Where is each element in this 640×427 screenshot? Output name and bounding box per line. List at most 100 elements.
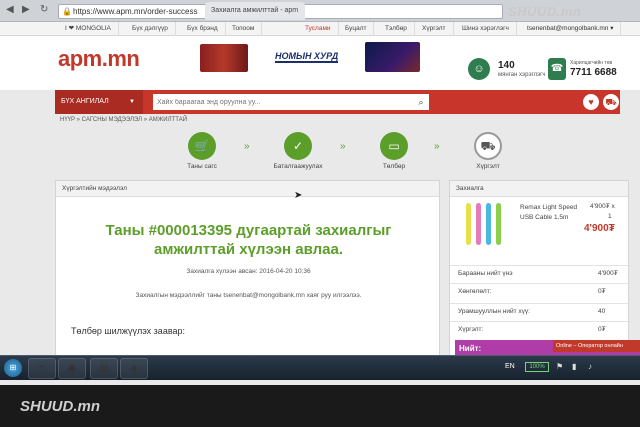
books-banner[interactable] [200,44,248,72]
summary-label: Хүргэлт: [458,326,484,333]
back-icon[interactable]: ◀ [6,4,14,15]
product-total: 4'900₮ [584,223,615,234]
promo-banner[interactable] [365,42,420,72]
watermark-logo: SHUUD.mn [315,303,401,320]
menu-item-new-user[interactable]: Шинэ хэрэглэгч [455,22,517,36]
product-image[interactable] [462,201,512,249]
check-icon: ✓ [284,132,312,160]
chat-label: Online – Оператор онлайн [556,343,623,349]
menu-item-payment[interactable]: Тэлбөр [378,22,415,36]
lock-icon: 🔒 [62,7,72,16]
menu-item-topoom[interactable]: Топоом [225,22,263,36]
forward-icon[interactable]: ▶ [22,4,30,15]
summary-row-delivery: Хүргэлт: 0₮ [450,321,630,337]
tab-title: Захиалга амжилттай - apm [211,7,299,14]
summary-value: 0₮ [598,288,606,295]
search-icon[interactable]: ⌕ [413,94,429,110]
phone-icon: ☎ [548,58,566,80]
quantity: 1 [608,213,612,220]
screen: ◀ ▶ ↻ 🔒 https://www.apm.mn/order-success… [0,0,640,385]
cart-icon[interactable]: ⛟ [603,94,619,110]
summary-value: 0₮ [598,326,606,333]
email-note: Захиалгын мэдээллийг таны tsenenbat@mong… [135,292,362,299]
ie-icon[interactable]: ⓔ [28,358,56,379]
menu-item-delivery[interactable]: Хүргэлт [415,22,454,36]
cable-pink [476,203,481,245]
menu-item-all-stores[interactable]: Бүх дэлгүүр [125,22,176,36]
step-arrow-icon: » [434,141,440,152]
nomyn-khurd-banner[interactable]: НОМЫН ХУРД [275,51,339,63]
order-panel: Хүргэлтийн мэдээлэл Таны #000013395 дуга… [55,180,440,380]
menu-item-help[interactable]: Туслами [298,22,339,36]
volume-icon[interactable]: ♪ [588,362,592,371]
cable-yellow [466,203,471,245]
step-label: Таны сагс [187,163,217,170]
breadcrumb[interactable]: НҮҮР » САГСНЫ МЭДЭЭЛЭЛ » АМЖИЛТТАЙ [60,117,187,123]
cable-green [496,203,501,245]
step-arrow-icon: » [244,141,250,152]
step-cart: 🛒 Таны сагс [172,132,232,170]
search-input[interactable] [153,94,413,110]
summary-label: Урамшууллын нийт хүү: [458,308,530,315]
battery-icon[interactable]: 100% [525,362,549,372]
watermark-logo: SHUUD.mn [20,398,101,415]
phone-number: 7711 6688 [570,67,617,78]
menu-item-mongolia[interactable]: I ❤ MONGOLIA [58,22,119,36]
unit-price: 4'900₮ x [590,203,615,210]
site-header: apm.mn НОМЫН ХУРД ☺ 140 мянган хэрэглэгч… [0,36,640,90]
step-delivery: ⛟ Хүргэлт [458,132,518,170]
summary-value: 4'900₮ [598,270,618,277]
url-text: https://www.apm.mn/order-success [73,7,198,16]
summary-row-subtotal: Барааны нийт үнэ 4'900₮ [450,265,630,281]
cart-title: Захиалга [450,181,628,197]
panel-title: Хүргэлтийн мэдээлэл [56,181,439,197]
step-payment: ▭ Төлбөр [364,132,424,170]
chevron-down-icon: ▼ [129,99,135,105]
browser-toolbar: ◀ ▶ ↻ 🔒 https://www.apm.mn/order-success… [0,0,640,22]
folder-icon[interactable]: ▤ [90,358,118,379]
site-menu: I ❤ MONGOLIA Бүх дэлгүүр Бүх брэнд Топоо… [0,22,640,36]
summary-label: Хөнгөлөлт: [458,288,492,295]
success-line-1: Таны #000013395 дугаартай захиалгыг [105,222,392,239]
cart-icon: 🛒 [188,132,216,160]
step-confirm: ✓ Баталгаажуулах [268,132,328,170]
order-date: Захиалга хүлээн авсан: 2016-04-20 10:36 [186,268,311,275]
cart-summary: Захиалга Remax Light Speed USB Cable 1.5… [449,180,630,360]
chrome-icon[interactable]: ◉ [58,358,86,379]
network-icon[interactable]: ▮ [572,362,576,371]
truck-icon: ⛟ [474,132,502,160]
step-arrow-icon: » [340,141,346,152]
app-icon[interactable]: ◈ [120,358,148,379]
category-label: БҮХ АНГИЛАЛ [61,98,109,105]
summary-row-discount: Хөнгөлөлт: 0₮ [450,283,630,299]
step-label: Хүргэлт [476,163,500,170]
product-name[interactable]: Remax Light Speed USB Cable 1.5m [520,203,582,223]
success-line-2: амжилттай хүлээн авлаа. [153,241,343,258]
account-menu[interactable]: tsenenbat@mongolbank.mn ▾ [520,22,622,36]
card-icon: ▭ [380,132,408,160]
browser-tab[interactable]: Захиалга амжилттай - apm [205,2,305,20]
language-indicator[interactable]: EN [505,363,515,370]
reload-icon[interactable]: ↻ [40,4,48,15]
wishlist-icon[interactable]: ♥ [583,94,599,110]
payment-instructions-title: Төлбөр шилжүүлэх заавар: [71,326,186,336]
phone-label: Харилцагчийн төв [570,60,613,66]
menu-item-all-brands[interactable]: Бүх брэнд [180,22,226,36]
taskbar: ⊞ ⓔ ◉ ▤ ◈ EN 100% ⚑ ▮ ♪ [0,355,640,380]
menu-item-returns[interactable]: Буцалт [338,22,375,36]
users-label: мянган хэрэглэгч [498,72,546,78]
live-chat-bar[interactable]: Online – Оператор онлайн [553,340,640,352]
site-logo[interactable]: apm.mn [58,46,140,72]
windows-start-icon[interactable]: ⊞ [4,359,22,377]
search-bar: БҮХ АНГИЛАЛ ▼ ⌕ ♥ ⛟ [55,90,620,114]
success-message: Таны #000013395 дугаартай захиалгыг амжи… [71,221,426,259]
summary-value: 40 [598,308,606,315]
users-icon: ☺ [468,58,490,80]
mouse-cursor-icon: ➤ [294,190,303,201]
summary-label: Барааны нийт үнэ [458,270,513,277]
watermark-logo: SHUUD.mn [508,4,582,19]
flag-icon[interactable]: ⚑ [556,362,563,371]
step-label: Төлбөр [382,163,406,170]
category-dropdown[interactable]: БҮХ АНГИЛАЛ ▼ [55,90,143,114]
cable-blue [486,203,491,245]
